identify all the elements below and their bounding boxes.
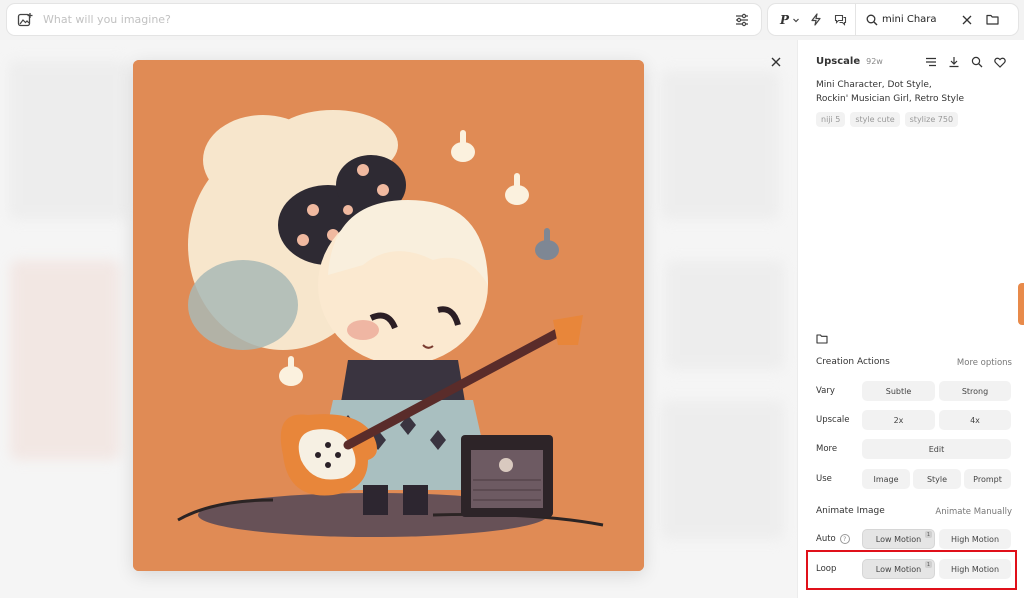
search-icon [866, 9, 878, 31]
prompt-bar [6, 3, 762, 36]
prompt-input[interactable] [43, 13, 731, 26]
add-image-icon[interactable] [17, 12, 33, 28]
header-actions [924, 55, 1007, 69]
more-label: More [816, 444, 838, 454]
chat-icon[interactable] [834, 9, 847, 31]
auto-row-label: Auto ? [816, 534, 850, 544]
loop-row-highlight [806, 550, 1017, 590]
vary-strong-button[interactable]: Strong [939, 381, 1011, 401]
use-label: Use [816, 474, 832, 484]
search-similar-icon[interactable] [970, 55, 984, 69]
job-type-label: Upscale [816, 56, 861, 67]
upscale-4x-button[interactable]: 4x [939, 410, 1011, 430]
help-icon[interactable]: ? [839, 534, 850, 544]
folder-icon[interactable] [816, 329, 830, 344]
job-age: 92w [866, 57, 883, 66]
use-image-button[interactable]: Image [862, 469, 910, 489]
bolt-icon[interactable] [810, 9, 822, 31]
artwork-illustration [133, 60, 644, 571]
use-style-button[interactable]: Style [913, 469, 961, 489]
upscale-label: Upscale [816, 415, 850, 425]
detail-panel: Upscale 92w Mini Character, Dot Style, R… [797, 40, 1024, 598]
creation-actions-title: Creation Actions [816, 357, 890, 367]
param-tag[interactable]: style cute [850, 112, 900, 127]
auto-low-motion-button[interactable]: Low Motion 1 [862, 529, 935, 549]
clear-search-icon[interactable] [962, 9, 972, 31]
tools-bar: P [767, 3, 1019, 36]
folder-icon[interactable] [986, 9, 999, 31]
button-label: Low Motion [875, 534, 922, 544]
generated-image[interactable] [133, 60, 644, 571]
prompt-text: Mini Character, Dot Style, Rockin' Music… [816, 78, 1016, 106]
auto-label: Auto [816, 534, 836, 544]
auto-high-motion-button[interactable]: High Motion [939, 529, 1011, 549]
vary-label: Vary [816, 386, 835, 396]
use-prompt-button[interactable]: Prompt [964, 469, 1011, 489]
settings-sliders-icon[interactable] [731, 9, 753, 31]
search-input[interactable] [882, 14, 955, 25]
heart-icon[interactable] [993, 55, 1007, 69]
parameter-tags: niji 5 style cute stylize 750 [816, 112, 959, 127]
upscale-2x-button[interactable]: 2x [862, 410, 935, 430]
edit-button[interactable]: Edit [862, 439, 1011, 459]
download-icon[interactable] [947, 55, 961, 69]
list-icon[interactable] [924, 55, 938, 69]
side-drawer-tab[interactable] [1018, 283, 1024, 325]
close-icon[interactable] [768, 54, 784, 70]
vary-subtle-button[interactable]: Subtle [862, 381, 935, 401]
param-tag[interactable]: stylize 750 [904, 112, 959, 127]
personalize-dropdown[interactable]: P [780, 9, 800, 31]
param-tag[interactable]: niji 5 [816, 112, 846, 127]
personalize-p-icon: P [780, 12, 790, 27]
animate-image-title: Animate Image [816, 506, 885, 516]
toolbar-divider [855, 3, 857, 36]
prompt-line: Rockin' Musician Girl, Retro Style [816, 94, 965, 104]
more-options-link[interactable]: More options [957, 358, 1012, 368]
chevron-down-icon [793, 18, 799, 22]
animate-manually-link[interactable]: Animate Manually [935, 507, 1012, 517]
count-badge: 1 [925, 531, 932, 538]
prompt-line: Mini Character, Dot Style, [816, 80, 932, 90]
job-header: Upscale 92w [816, 56, 883, 67]
